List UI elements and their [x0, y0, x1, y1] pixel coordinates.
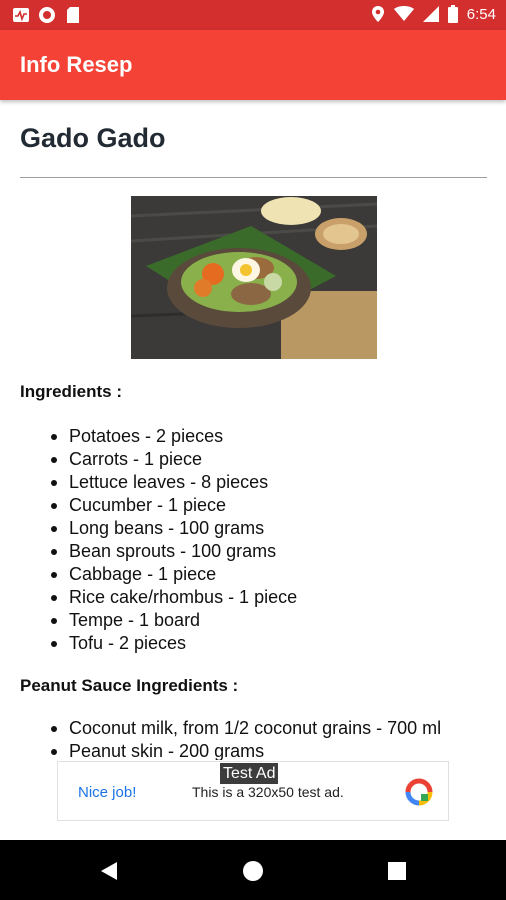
list-item: Long beans - 100 grams	[49, 517, 297, 540]
navigation-bar	[0, 840, 506, 900]
title-divider	[20, 177, 487, 178]
ingredients-heading: Ingredients :	[20, 382, 123, 401]
list-item: Lettuce leaves - 8 pieces	[49, 471, 297, 494]
recipe-photo	[131, 196, 377, 359]
status-bar: 6:54	[0, 0, 506, 30]
sauce-heading: Peanut Sauce Ingredients :	[20, 676, 239, 695]
ad-logo-icon	[405, 778, 433, 806]
ingredients-list: Potatoes - 2 pieces Carrots - 1 piece Le…	[49, 425, 297, 655]
sd-card-icon	[67, 7, 79, 23]
test-ad-tag: Test Ad	[220, 763, 279, 784]
list-item: Coconut milk, from 1/2 coconut grains - …	[49, 717, 441, 740]
list-item: Cucumber - 1 piece	[49, 494, 297, 517]
list-item: Potatoes - 2 pieces	[49, 425, 297, 448]
app-bar: Info Resep	[0, 30, 506, 100]
record-icon	[39, 7, 55, 23]
battery-icon	[447, 5, 458, 23]
recipe-title: Gado Gado	[20, 123, 166, 153]
list-item: Peanut skin - 200 grams	[49, 740, 441, 760]
ad-text: This is a 320x50 test ad.	[192, 784, 344, 800]
list-item: Cabbage - 1 piece	[49, 563, 297, 586]
activity-icon	[13, 8, 29, 22]
app-title: Info Resep	[20, 52, 133, 77]
wifi-icon	[393, 6, 414, 21]
back-icon[interactable]	[97, 859, 121, 883]
clock: 6:54	[466, 5, 496, 23]
signal-icon	[422, 6, 439, 22]
recents-icon[interactable]	[385, 859, 409, 883]
list-item: Tempe - 1 board	[49, 609, 297, 632]
list-item: Bean sprouts - 100 grams	[49, 540, 297, 563]
list-item: Rice cake/rhombus - 1 piece	[49, 586, 297, 609]
recipe-content[interactable]: Gado Gado Ingredients : Potatoes - 2 pie…	[0, 100, 506, 760]
ad-nice-label: Nice job!	[78, 784, 137, 801]
sauce-list: Coconut milk, from 1/2 coconut grains - …	[49, 717, 441, 760]
home-icon[interactable]	[241, 859, 265, 883]
list-item: Carrots - 1 piece	[49, 448, 297, 471]
location-icon	[371, 6, 384, 22]
list-item: Tofu - 2 pieces	[49, 632, 297, 655]
